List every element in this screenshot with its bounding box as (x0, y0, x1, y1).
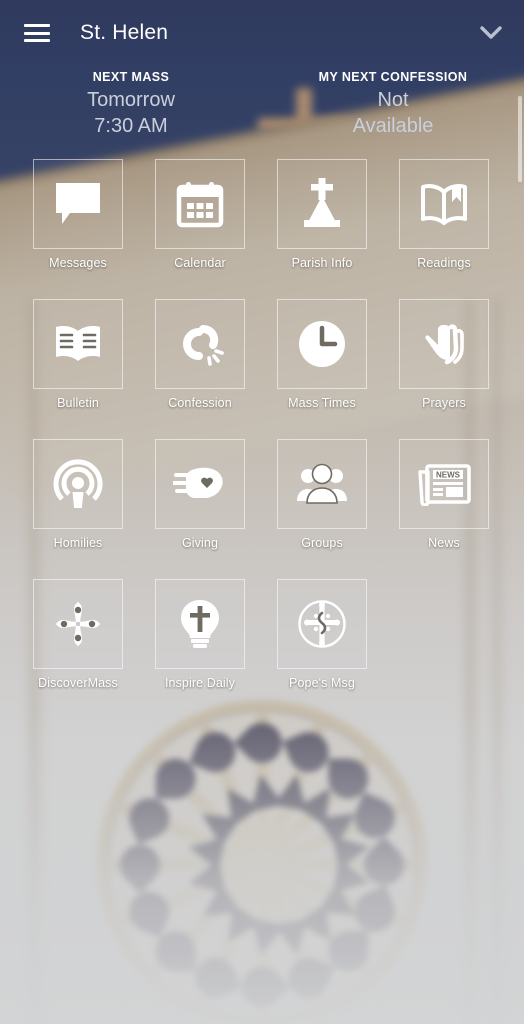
tile-icon-box[interactable] (33, 299, 123, 389)
next-confession-caption: MY NEXT CONFESSION (318, 70, 468, 84)
svg-text:NEWS: NEWS (436, 471, 461, 480)
app-tile-grid: Messages Calendar Parish Info Readings Bulle… (0, 159, 524, 719)
calendar-icon (176, 180, 224, 228)
tile-icon-box[interactable] (155, 439, 245, 529)
app-tile-inspire-daily[interactable]: Inspire Daily (155, 579, 245, 719)
four-petal-pin-icon (53, 599, 103, 649)
app-tile-confession[interactable]: Confession (155, 299, 245, 439)
tile-label: DiscoverMass (38, 676, 118, 690)
app-tile-giving[interactable]: Giving (155, 439, 245, 579)
tile-icon-box[interactable] (399, 299, 489, 389)
tile-icon-box[interactable] (277, 299, 367, 389)
tile-label: Inspire Daily (164, 676, 236, 690)
app-tile-readings[interactable]: Readings (399, 159, 489, 299)
tile-icon-box[interactable] (33, 439, 123, 529)
tile-label: Parish Info (291, 256, 353, 270)
church-cross-icon (298, 178, 346, 230)
tile-row: DiscoverMass Inspire Daily Pope's Msg (0, 579, 524, 719)
next-confession-value: Not Available (352, 89, 434, 137)
tile-label: Homilies (53, 536, 103, 550)
tile-label: Prayers (422, 396, 466, 410)
app-tile-groups[interactable]: Groups (277, 439, 367, 579)
next-mass-caption: NEXT MASS (92, 70, 170, 84)
app-tile-prayers[interactable]: Prayers (399, 299, 489, 439)
tile-icon-box[interactable] (33, 159, 123, 249)
tile-label: Confession (168, 396, 232, 410)
app-tile-parish-info[interactable]: Parish Info (277, 159, 367, 299)
tile-label: Giving (181, 536, 219, 550)
tile-label: Calendar (174, 256, 226, 270)
newspaper-icon: NEWS (417, 462, 471, 506)
tile-icon-box[interactable] (33, 579, 123, 669)
hamburger-icon[interactable] (24, 24, 50, 42)
tile-icon-box[interactable]: NEWS (399, 439, 489, 529)
app-header: St. Helen (0, 0, 524, 66)
scrollbar-thumb[interactable] (518, 96, 522, 182)
lightbulb-cross-icon (178, 598, 222, 650)
tile-row: Messages Calendar Parish Info Readings (0, 159, 524, 299)
background-haze (0, 704, 524, 1024)
next-confession-block: MY NEXT CONFESSION Not Available (262, 66, 524, 152)
tile-row: Homilies Giving Groups NEWS News (0, 439, 524, 579)
open-book-lines-icon (53, 323, 103, 365)
papal-cross-circle-icon (297, 599, 347, 649)
app-tile-news[interactable]: NEWS News (399, 439, 489, 579)
tile-label: Groups (301, 536, 343, 550)
tile-label: Readings (417, 256, 471, 270)
app-tile-mass-times[interactable]: Mass Times (277, 299, 367, 439)
message-bubble-icon (54, 181, 102, 227)
app-tile-bulletin[interactable]: Bulletin (33, 299, 123, 439)
tile-icon-box[interactable] (277, 579, 367, 669)
tile-icon-box[interactable] (155, 579, 245, 669)
tile-label: News (428, 536, 460, 550)
clock-icon (297, 319, 347, 369)
app-tile-homilies[interactable]: Homilies (33, 439, 123, 579)
next-mass-value: Tomorrow 7:30 AM (87, 89, 175, 137)
tile-row: Bulletin Confession Mass Times Prayers (0, 299, 524, 439)
tile-label: Mass Times (288, 396, 356, 410)
tile-icon-box[interactable] (277, 159, 367, 249)
next-mass-block: NEXT MASS Tomorrow 7:30 AM (0, 66, 262, 152)
app-tile-messages[interactable]: Messages (33, 159, 123, 299)
people-group-icon (295, 463, 349, 505)
tile-label: Bulletin (57, 396, 99, 410)
app-tile-pope-s-msg[interactable]: Pope's Msg (277, 579, 367, 719)
broken-chain-icon (175, 320, 225, 368)
chevron-down-icon[interactable] (476, 18, 506, 48)
tile-icon-box[interactable] (155, 159, 245, 249)
app-tile-calendar[interactable]: Calendar (155, 159, 245, 299)
open-book-bookmark-icon (419, 182, 469, 226)
tile-label: Messages (49, 256, 107, 270)
tile-label: Pope's Msg (289, 676, 355, 690)
app-tile-discovermass[interactable]: DiscoverMass (33, 579, 123, 719)
page-title: St. Helen (80, 21, 169, 44)
hand-heart-icon (173, 463, 227, 505)
tile-icon-box[interactable] (155, 299, 245, 389)
tile-icon-box[interactable] (399, 159, 489, 249)
tile-icon-box[interactable] (277, 439, 367, 529)
praying-hands-icon (418, 321, 470, 367)
status-strip: NEXT MASS Tomorrow 7:30 AM MY NEXT CONFE… (0, 66, 524, 152)
podcast-icon (53, 459, 103, 509)
